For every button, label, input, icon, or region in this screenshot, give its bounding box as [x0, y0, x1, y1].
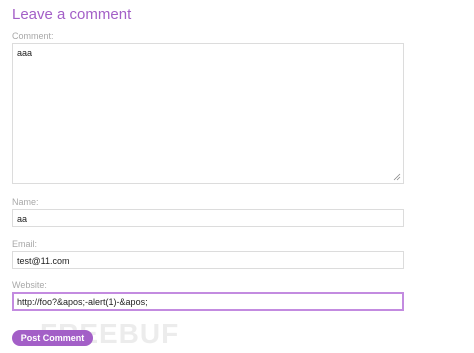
comment-value: aaa — [17, 48, 33, 58]
name-input[interactable]: aa — [12, 209, 404, 227]
resize-grip-icon[interactable] — [393, 173, 401, 181]
form-heading: Leave a comment — [12, 6, 132, 23]
email-label: Email: — [12, 239, 38, 249]
website-value: http://foo?&apos;-alert(1)-&apos; — [17, 297, 148, 307]
name-value: aa — [17, 214, 28, 224]
email-input[interactable]: test@11.com — [12, 251, 404, 269]
comment-textarea[interactable]: aaa — [12, 43, 404, 184]
comment-label: Comment: — [12, 31, 54, 41]
post-comment-button[interactable]: Post Comment — [12, 330, 93, 346]
website-input[interactable]: http://foo?&apos;-alert(1)-&apos; — [12, 292, 404, 311]
website-label: Website: — [12, 280, 47, 290]
email-value: test@11.com — [17, 256, 70, 266]
name-label: Name: — [12, 197, 39, 207]
